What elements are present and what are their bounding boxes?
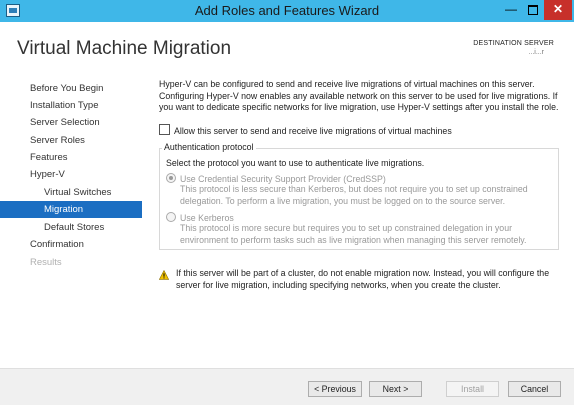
credssp-description: This protocol is less secure than Kerber… bbox=[180, 184, 528, 206]
credssp-label[interactable]: Use Credential Security Support Provider… bbox=[180, 174, 386, 184]
migration-description: Hyper-V can be configured to send and re… bbox=[159, 79, 559, 112]
wizard-step-nav: Before You Begin Installation Type Serve… bbox=[0, 70, 150, 368]
nav-item-before-you-begin[interactable]: Before You Begin bbox=[0, 80, 142, 97]
cluster-warning-text: If this server will be part of a cluster… bbox=[176, 268, 550, 290]
kerberos-radio[interactable] bbox=[166, 212, 176, 222]
title-bar: Add Roles and Features Wizard — ✕ bbox=[0, 0, 574, 22]
wizard-header: Virtual Machine Migration DESTINATION SE… bbox=[0, 22, 574, 70]
nav-item-default-stores[interactable]: Default Stores bbox=[0, 219, 142, 236]
credssp-radio[interactable] bbox=[166, 173, 176, 183]
authentication-protocol-legend: Authentication protocol bbox=[162, 142, 256, 152]
authentication-protocol-intro: Select the protocol you want to use to a… bbox=[166, 158, 425, 168]
window-title: Add Roles and Features Wizard bbox=[194, 3, 380, 18]
warning-icon bbox=[159, 270, 169, 280]
allow-migration-checkbox[interactable] bbox=[159, 124, 170, 135]
maximize-icon bbox=[528, 4, 538, 15]
next-button[interactable]: Next > bbox=[369, 381, 422, 397]
kerberos-radio-row[interactable]: Use Kerberos bbox=[166, 212, 234, 223]
cancel-button[interactable]: Cancel bbox=[508, 381, 561, 397]
previous-button[interactable]: < Previous bbox=[308, 381, 362, 397]
nav-item-server-roles[interactable]: Server Roles bbox=[0, 132, 142, 149]
nav-item-results: Results bbox=[30, 257, 62, 268]
maximize-button[interactable] bbox=[522, 0, 544, 20]
credssp-radio-row[interactable]: Use Credential Security Support Provider… bbox=[166, 173, 386, 184]
nav-item-migration[interactable]: Migration bbox=[0, 201, 142, 218]
nav-item-features[interactable]: Features bbox=[0, 149, 142, 166]
nav-item-hyper-v[interactable]: Hyper-V bbox=[0, 166, 142, 183]
close-button[interactable]: ✕ bbox=[544, 0, 572, 20]
destination-server-name: ...i...r bbox=[528, 49, 544, 56]
kerberos-description: This protocol is more secure but require… bbox=[180, 223, 527, 245]
allow-migration-row[interactable]: Allow this server to send and receive li… bbox=[159, 124, 452, 136]
nav-item-confirmation[interactable]: Confirmation bbox=[0, 236, 142, 253]
minimize-button[interactable]: — bbox=[500, 0, 522, 20]
install-button: Install bbox=[446, 381, 499, 397]
page-title: Virtual Machine Migration bbox=[17, 38, 232, 59]
nav-item-virtual-switches[interactable]: Virtual Switches bbox=[0, 184, 142, 201]
destination-server-label: DESTINATION SERVER bbox=[473, 40, 554, 47]
nav-item-installation-type[interactable]: Installation Type bbox=[0, 97, 142, 114]
allow-migration-label[interactable]: Allow this server to send and receive li… bbox=[174, 126, 452, 136]
nav-item-server-selection[interactable]: Server Selection bbox=[0, 114, 142, 131]
kerberos-label[interactable]: Use Kerberos bbox=[180, 213, 234, 223]
